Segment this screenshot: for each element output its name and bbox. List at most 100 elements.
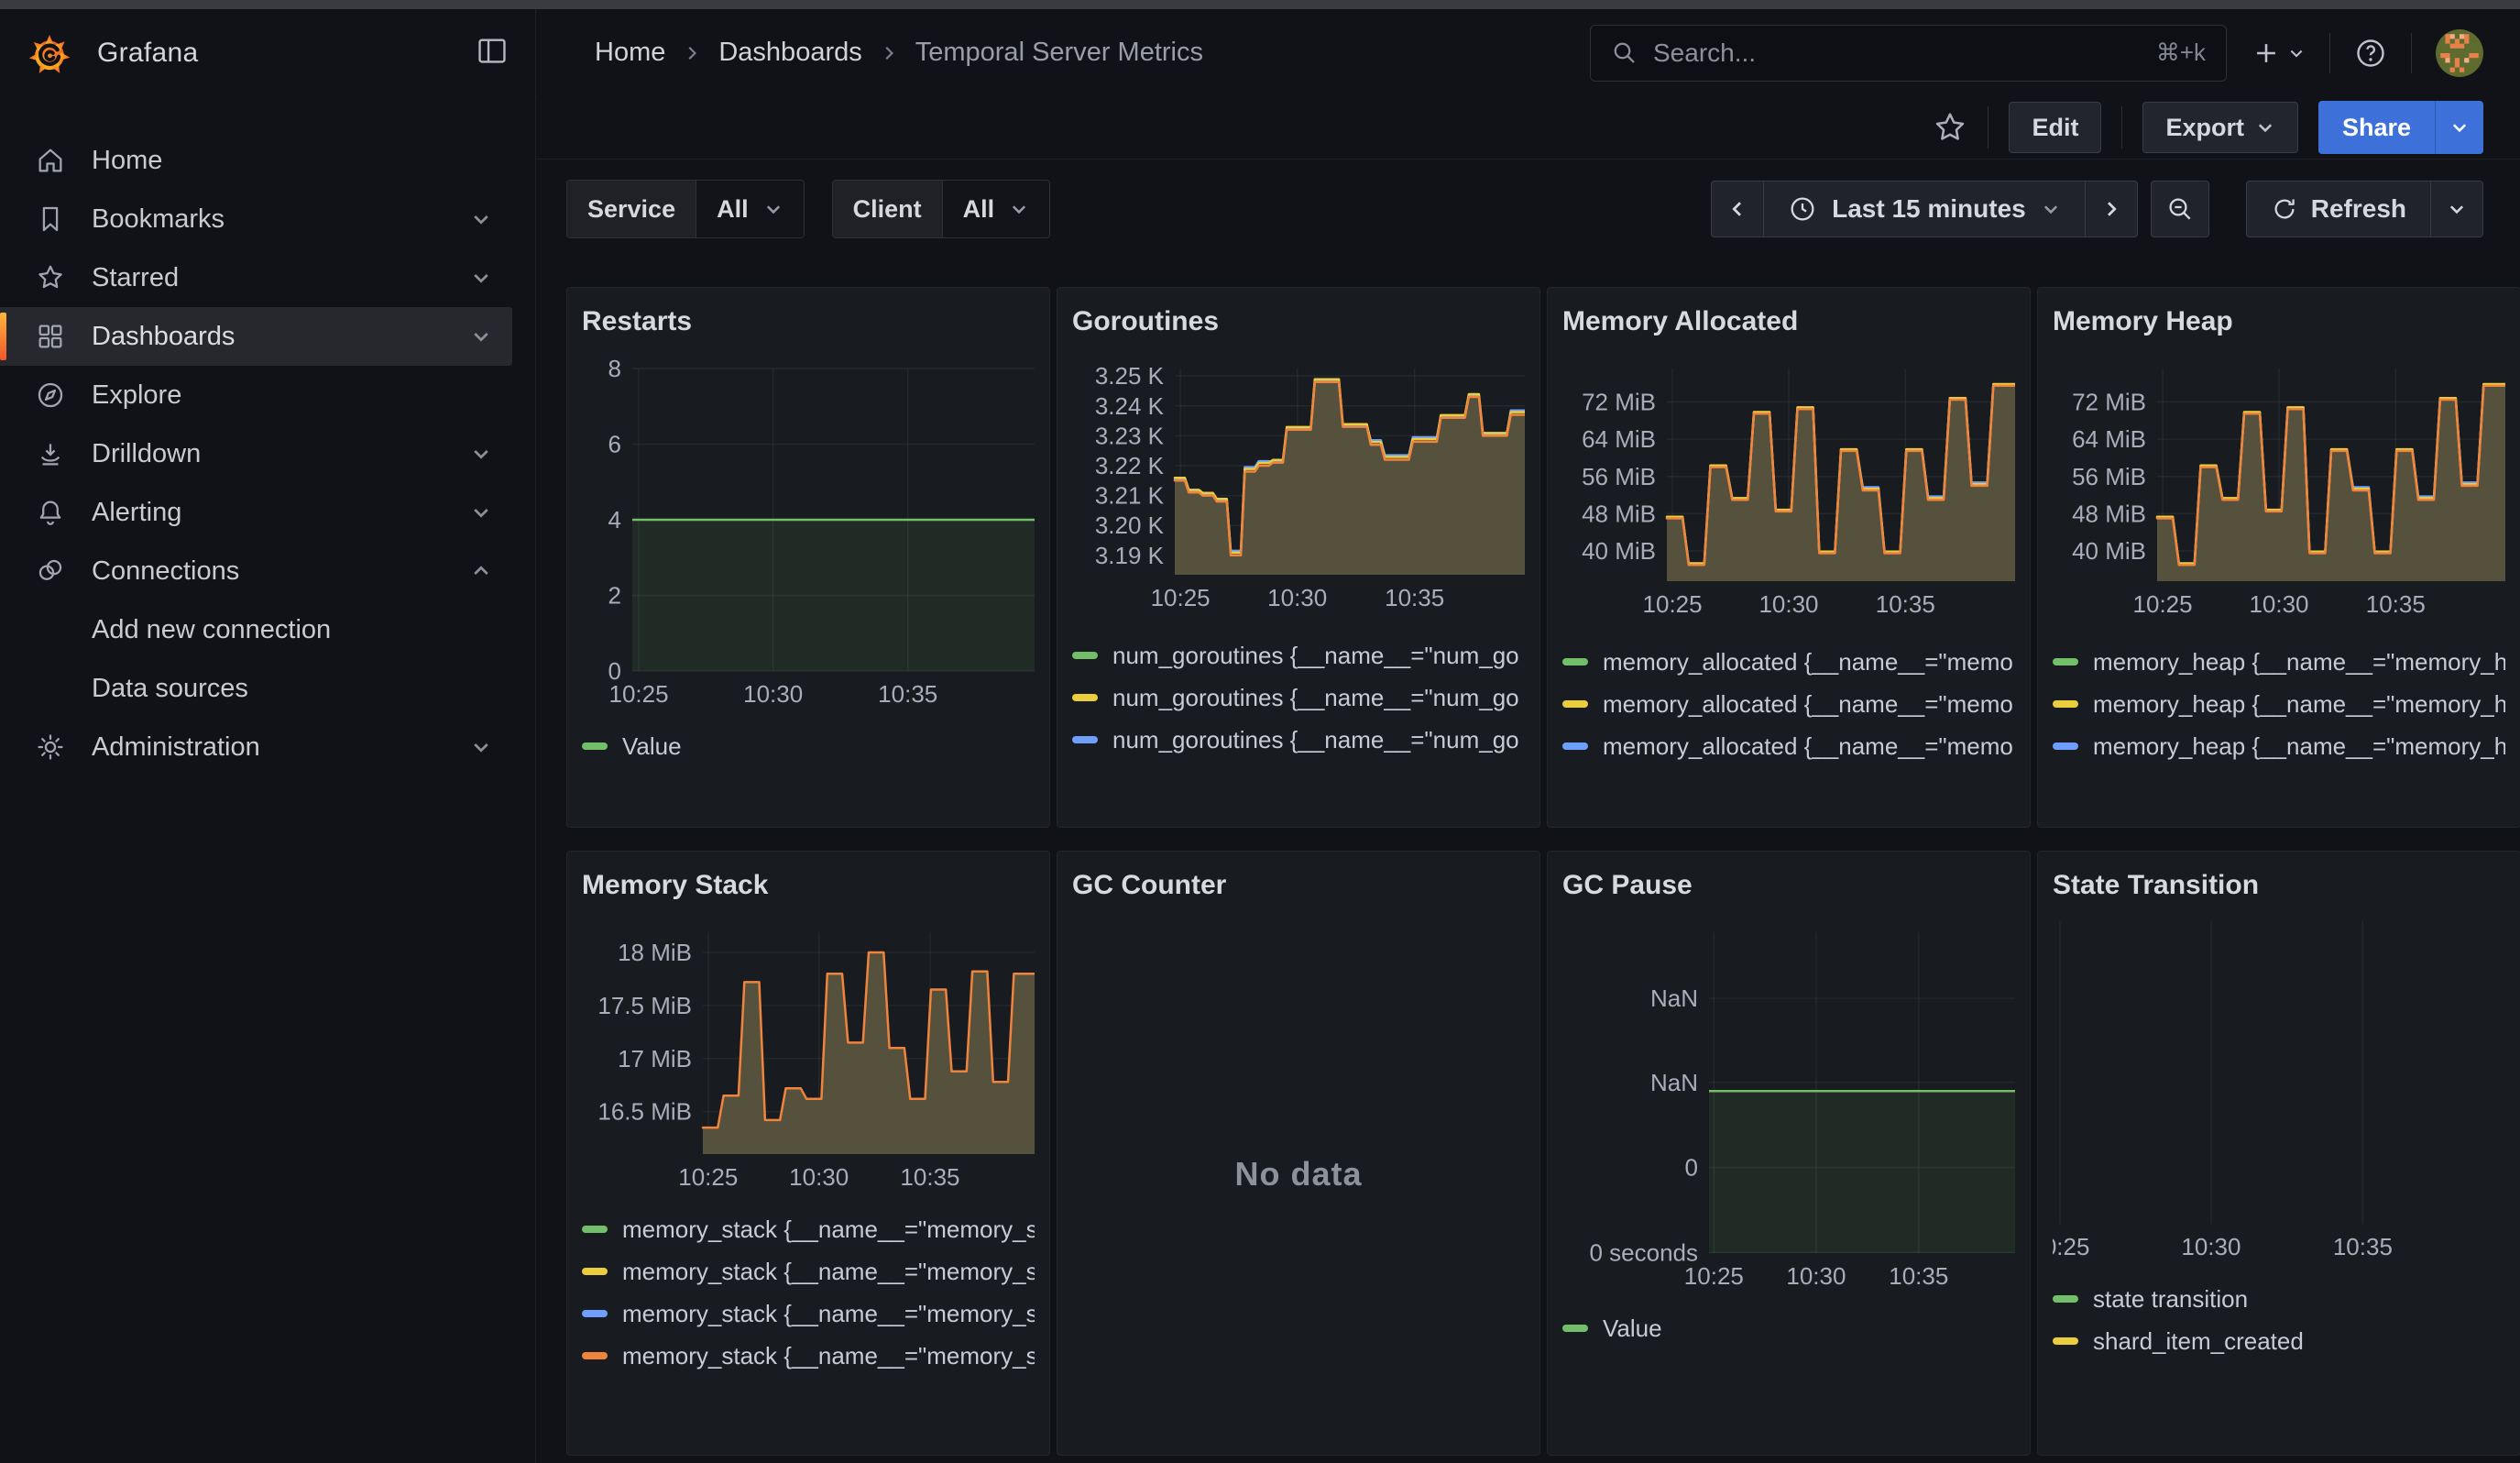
memory_heap-chart[interactable]: 72 MiB64 MiB56 MiB48 MiB40 MiB10:2510:30… bbox=[2053, 350, 2505, 622]
sidebar-item-label: Starred bbox=[92, 263, 470, 293]
memory_allocated-chart[interactable]: 72 MiB64 MiB56 MiB48 MiB40 MiB10:2510:30… bbox=[1562, 350, 2015, 622]
memory_stack-chart[interactable]: 18 MiB17.5 MiB17 MiB16.5 MiB10:2510:3010… bbox=[582, 914, 1035, 1195]
restarts-chart[interactable]: 8642010:2510:3010:35 bbox=[582, 350, 1035, 712]
legend-label[interactable]: memory_allocated {__name__="memo bbox=[1603, 690, 2013, 719]
clock-icon bbox=[1788, 194, 1817, 224]
search-shortcut: ⌘+k bbox=[2156, 38, 2206, 67]
panel-title[interactable]: Memory Allocated bbox=[1562, 301, 2015, 343]
legend-label[interactable]: memory_heap {__name__="memory_h bbox=[2093, 775, 2505, 779]
panel-state_transition: State Transition 10:2510:3010:35 state tra… bbox=[2037, 851, 2520, 1456]
refresh-interval-button[interactable] bbox=[2430, 181, 2483, 237]
sidebar-item-administration[interactable]: Administration bbox=[0, 718, 512, 776]
help-icon[interactable] bbox=[2354, 37, 2387, 70]
legend-label[interactable]: memory_allocated {__name__="memo bbox=[1603, 648, 2013, 676]
chevron-up-icon[interactable] bbox=[470, 560, 492, 582]
state_transition-chart[interactable]: 10:2510:3010:35 bbox=[2053, 914, 2505, 1265]
legend-label[interactable]: shard_item_created bbox=[2093, 1327, 2304, 1356]
svg-text:10:30: 10:30 bbox=[2181, 1233, 2241, 1260]
legend-label[interactable]: state transition bbox=[2093, 1285, 2248, 1314]
sidebar-item-label: Drilldown bbox=[92, 439, 470, 469]
sidebar-collapse-icon[interactable] bbox=[475, 33, 509, 72]
panel-title[interactable]: State Transition bbox=[2053, 864, 2505, 907]
legend-item: memory_allocated {__name__="memo bbox=[1562, 641, 2015, 683]
refresh-button[interactable]: Refresh bbox=[2246, 181, 2431, 237]
legend-label[interactable]: memory_heap {__name__="memory_h bbox=[2093, 690, 2505, 719]
chevron-right-icon bbox=[682, 43, 702, 63]
main-content: Edit Export Share Service All bbox=[537, 96, 2520, 1463]
sidebar-item-starred[interactable]: Starred bbox=[0, 248, 512, 307]
chevron-down-icon[interactable] bbox=[470, 325, 492, 347]
panel-title[interactable]: GC Pause bbox=[1562, 864, 2015, 907]
edit-button[interactable]: Edit bbox=[2009, 102, 2101, 153]
sidebar-item-connections[interactable]: Connections bbox=[0, 542, 512, 600]
search-input[interactable]: Search... ⌘+k bbox=[1590, 25, 2227, 82]
svg-text:64 MiB: 64 MiB bbox=[2072, 425, 2146, 453]
legend-label[interactable]: num_goroutines {__name__="num_go bbox=[1112, 642, 1519, 670]
legend-color-marker bbox=[1072, 736, 1098, 743]
legend-label[interactable]: Value bbox=[622, 732, 682, 761]
chevron-down-icon[interactable] bbox=[470, 208, 492, 230]
svg-text:3.22 K: 3.22 K bbox=[1095, 452, 1165, 479]
client-filter-value[interactable]: All bbox=[943, 181, 1050, 237]
svg-text:6: 6 bbox=[608, 431, 621, 458]
add-button[interactable] bbox=[2251, 38, 2306, 69]
sidebar-item-bookmarks[interactable]: Bookmarks bbox=[0, 190, 512, 248]
legend-label[interactable]: num_goroutines {__name__="num_go bbox=[1112, 768, 1519, 773]
panel-title[interactable]: Memory Stack bbox=[582, 864, 1035, 907]
panel-restarts: Restarts 8642010:2510:3010:35 Value bbox=[566, 287, 1050, 828]
legend-label[interactable]: memory_allocated {__name__="memo bbox=[1603, 775, 2013, 779]
time-shift-forward-button[interactable] bbox=[2085, 181, 2138, 237]
favorite-star-icon[interactable] bbox=[1933, 110, 1967, 145]
goroutines-chart[interactable]: 3.25 K3.24 K3.23 K3.22 K3.21 K3.20 K3.19… bbox=[1072, 350, 1525, 616]
legend-label[interactable]: memory_stack {__name__="memory_s bbox=[622, 1216, 1035, 1244]
svg-text:0: 0 bbox=[1685, 1154, 1698, 1182]
sidebar-item-alerting[interactable]: Alerting bbox=[0, 483, 512, 542]
svg-text:64 MiB: 64 MiB bbox=[1582, 425, 1656, 453]
legend-label[interactable]: num_goroutines {__name__="num_go bbox=[1112, 684, 1519, 712]
legend-label[interactable]: memory_allocated {__name__="memo bbox=[1603, 732, 2013, 761]
panel-title[interactable]: Memory Heap bbox=[2053, 301, 2505, 343]
panel-title[interactable]: GC Counter bbox=[1072, 864, 1525, 907]
breadcrumb-home[interactable]: Home bbox=[595, 38, 665, 68]
chevron-left-icon bbox=[1726, 198, 1748, 220]
legend-label[interactable]: memory_stack {__name__="memory_s bbox=[622, 1258, 1035, 1286]
legend-label[interactable]: memory_stack {__name__="memory_s bbox=[622, 1300, 1035, 1328]
svg-text:NaN: NaN bbox=[1650, 1069, 1698, 1096]
zoom-out-button[interactable] bbox=[2151, 181, 2209, 237]
sidebar-item-dashboards[interactable]: Dashboards bbox=[0, 307, 512, 366]
legend-label[interactable]: memory_heap {__name__="memory_h bbox=[2093, 732, 2505, 761]
gc_pause-chart[interactable]: NaNNaN00 seconds10:2510:3010:35 bbox=[1562, 914, 2015, 1294]
home-icon bbox=[35, 145, 66, 176]
chevron-down-icon[interactable] bbox=[470, 501, 492, 523]
sidebar-item-add-new-connection[interactable]: Add new connection bbox=[0, 600, 512, 659]
svg-text:40 MiB: 40 MiB bbox=[2072, 537, 2146, 565]
sidebar-item-home[interactable]: Home bbox=[0, 131, 512, 190]
legend-label[interactable]: num_goroutines {__name__="num_go bbox=[1112, 726, 1519, 754]
avatar[interactable] bbox=[2436, 29, 2483, 77]
service-filter[interactable]: Service All bbox=[566, 180, 805, 238]
chevron-down-icon[interactable] bbox=[470, 267, 492, 289]
divider bbox=[2121, 106, 2122, 148]
chevron-down-icon[interactable] bbox=[470, 736, 492, 758]
chevron-down-icon[interactable] bbox=[470, 443, 492, 465]
time-shift-back-button[interactable] bbox=[1711, 181, 1764, 237]
panel-title[interactable]: Restarts bbox=[582, 301, 1035, 343]
service-filter-value[interactable]: All bbox=[696, 181, 804, 237]
share-button[interactable]: Share bbox=[2318, 101, 2435, 154]
legend-label[interactable]: memory_stack {__name__="memory_s bbox=[622, 1342, 1035, 1370]
legend-label[interactable]: memory_heap {__name__="memory_h bbox=[2093, 648, 2505, 676]
sidebar-item-drilldown[interactable]: Drilldown bbox=[0, 424, 512, 483]
svg-text:56 MiB: 56 MiB bbox=[1582, 463, 1656, 490]
breadcrumb-dashboards[interactable]: Dashboards bbox=[718, 38, 861, 68]
svg-text:17 MiB: 17 MiB bbox=[618, 1045, 692, 1072]
sidebar-item-explore[interactable]: Explore bbox=[0, 366, 512, 424]
panel-title[interactable]: Goroutines bbox=[1072, 301, 1525, 343]
time-range-picker[interactable]: Last 15 minutes bbox=[1763, 181, 2086, 237]
share-menu-button[interactable] bbox=[2435, 101, 2483, 154]
sidebar-item-label: Dashboards bbox=[92, 322, 470, 352]
sidebar-item-data-sources[interactable]: Data sources bbox=[0, 659, 512, 718]
export-button[interactable]: Export bbox=[2142, 102, 2298, 153]
svg-text:3.25 K: 3.25 K bbox=[1095, 362, 1165, 390]
client-filter[interactable]: Client All bbox=[832, 180, 1051, 238]
legend-label[interactable]: Value bbox=[1603, 1314, 1662, 1343]
